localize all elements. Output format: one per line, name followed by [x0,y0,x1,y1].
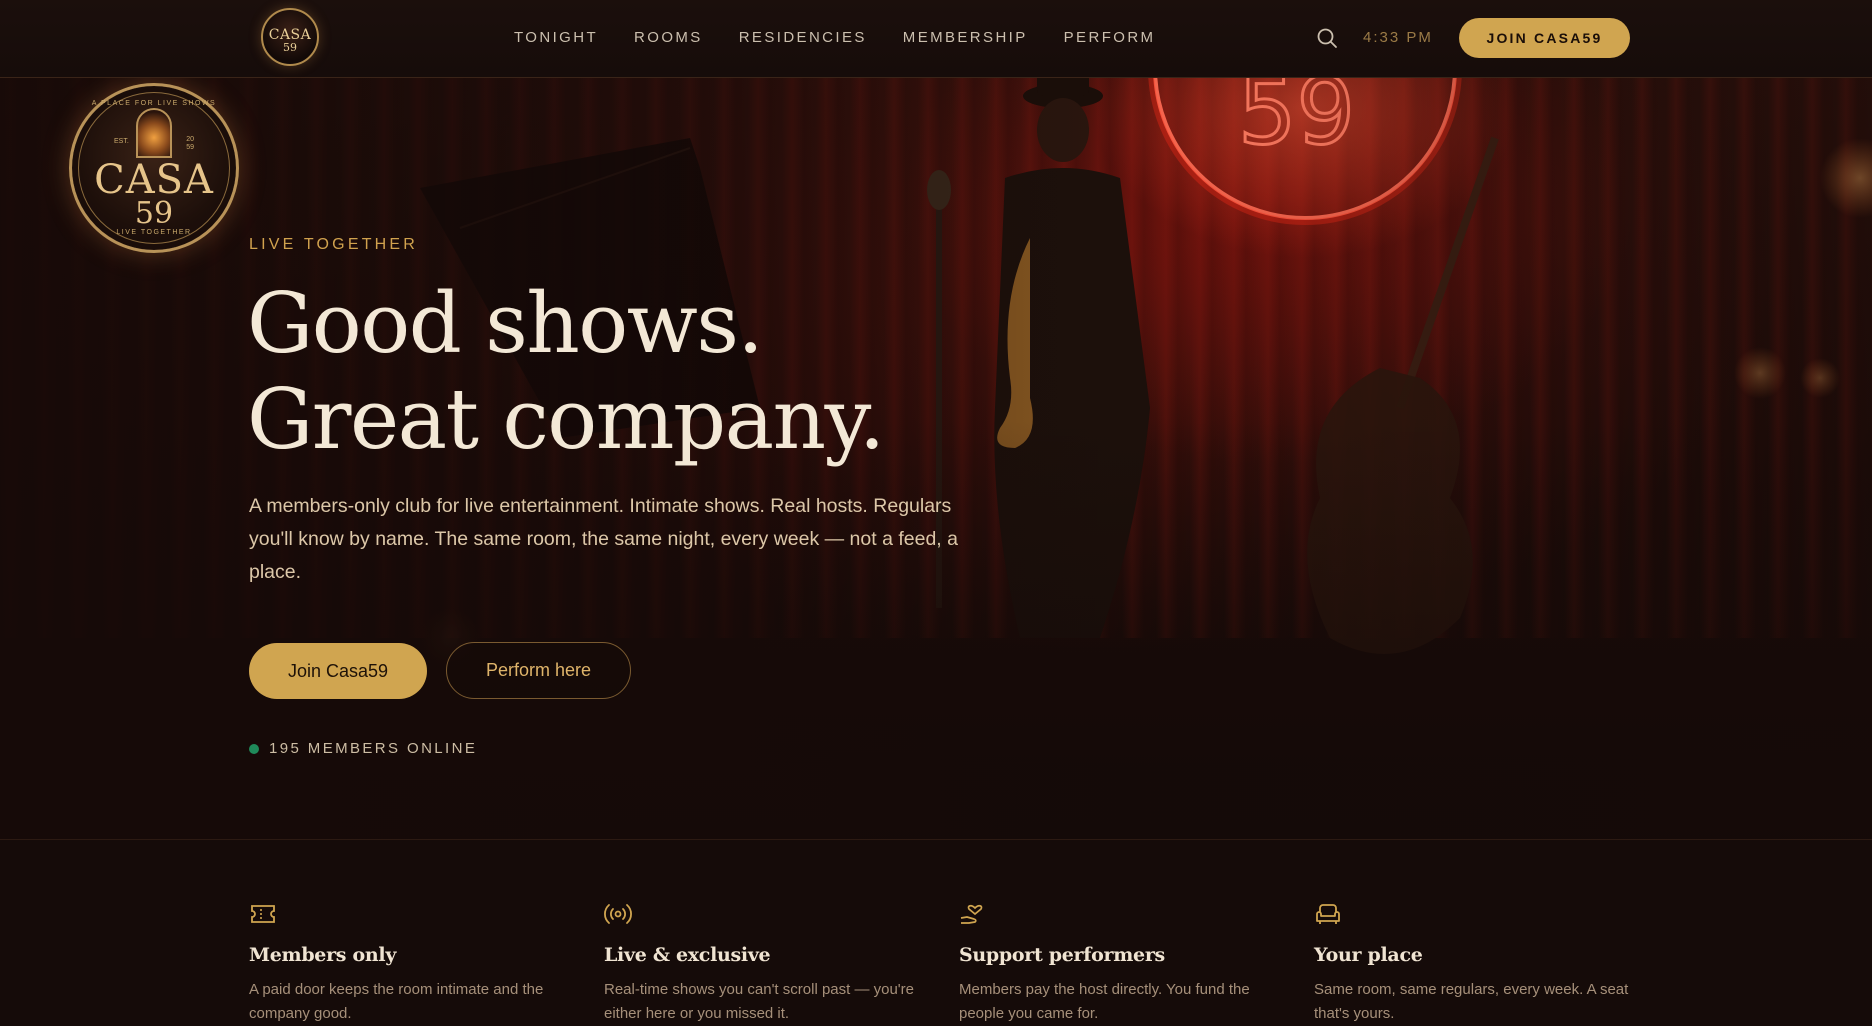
features-section: Members only A paid door keeps the room … [0,839,1872,1026]
online-status-dot [249,743,259,754]
hero-eyebrow: LIVE TOGETHER [249,236,419,253]
hero-description: A members-only club for live entertainme… [249,495,958,583]
feature-your-place: Your place Same room, same regulars, eve… [1314,902,1634,1026]
badge-bottom-text: LIVE TOGETHER [116,229,192,236]
top-navigation: CASA 59 TONIGHT ROOMS RESIDENCIES MEMBER… [0,0,1872,78]
badge-number: 59 [134,196,174,231]
nav-logo-number: 59 [283,41,297,54]
hand-heart-icon [959,902,987,926]
feature-live-exclusive: Live & exclusive Real-time shows you can… [604,902,924,1026]
badge-top-text: A PLACE FOR LIVE SHOWS [91,100,217,107]
nav-link-membership[interactable]: MEMBERSHIP [903,29,1028,46]
ticket-icon [249,902,277,926]
feature-text: A paid door keeps the room intimate and … [249,981,544,1022]
search-icon[interactable] [1316,27,1338,49]
nav-link-perform[interactable]: PERFORM [1064,29,1156,46]
armchair-icon [1314,902,1342,926]
nav-link-rooms[interactable]: ROOMS [634,29,703,46]
nav-logo[interactable]: CASA 59 [261,8,319,66]
feature-title: Members only [249,944,397,966]
badge-name: CASA [94,157,214,203]
broadcast-icon [604,902,632,926]
jukebox-icon [136,108,172,158]
feature-members-only: Members only A paid door keeps the room … [249,902,569,1026]
headline-line-2: Great company. [247,371,885,468]
join-casa59-button[interactable]: Join Casa59 [249,643,427,699]
clock-time: 4:33 PM [1363,29,1433,46]
feature-title: Support performers [959,944,1165,966]
badge-est: EST. [114,138,129,145]
feature-text: Members pay the host directly. You fund … [959,981,1250,1022]
feature-text: Real-time shows you can't scroll past — … [604,981,915,1022]
nav-link-tonight[interactable]: TONIGHT [514,29,598,46]
badge-year: 20 59 [186,136,194,152]
nav-link-residencies[interactable]: RESIDENCIES [739,29,867,46]
members-online-indicator: 195 MEMBERS ONLINE [249,740,477,757]
feature-title: Live & exclusive [604,944,771,966]
badge-year-top: 20 [186,136,194,143]
hero-section: 59 A PLACE FOR LIVE SHOWS EST. 20 [0,78,1872,840]
feature-support-performers: Support performers Members pay the host … [959,902,1279,1026]
join-button[interactable]: JOIN CASA59 [1459,18,1630,58]
headline-line-1: Good shows. [247,275,764,372]
nav-links: TONIGHT ROOMS RESIDENCIES MEMBERSHIP PER… [514,0,1191,75]
members-online-text: 195 MEMBERS ONLINE [269,740,478,757]
badge-year-bottom: 59 [186,144,194,151]
casa59-badge-logo: A PLACE FOR LIVE SHOWS EST. 20 59 CASA 59… [69,83,239,253]
hero-headline: Good shows. Great company. [247,275,885,468]
feature-title: Your place [1314,944,1423,966]
perform-here-button[interactable]: Perform here [446,642,631,699]
feature-text: Same room, same regulars, every week. A … [1314,981,1629,1022]
